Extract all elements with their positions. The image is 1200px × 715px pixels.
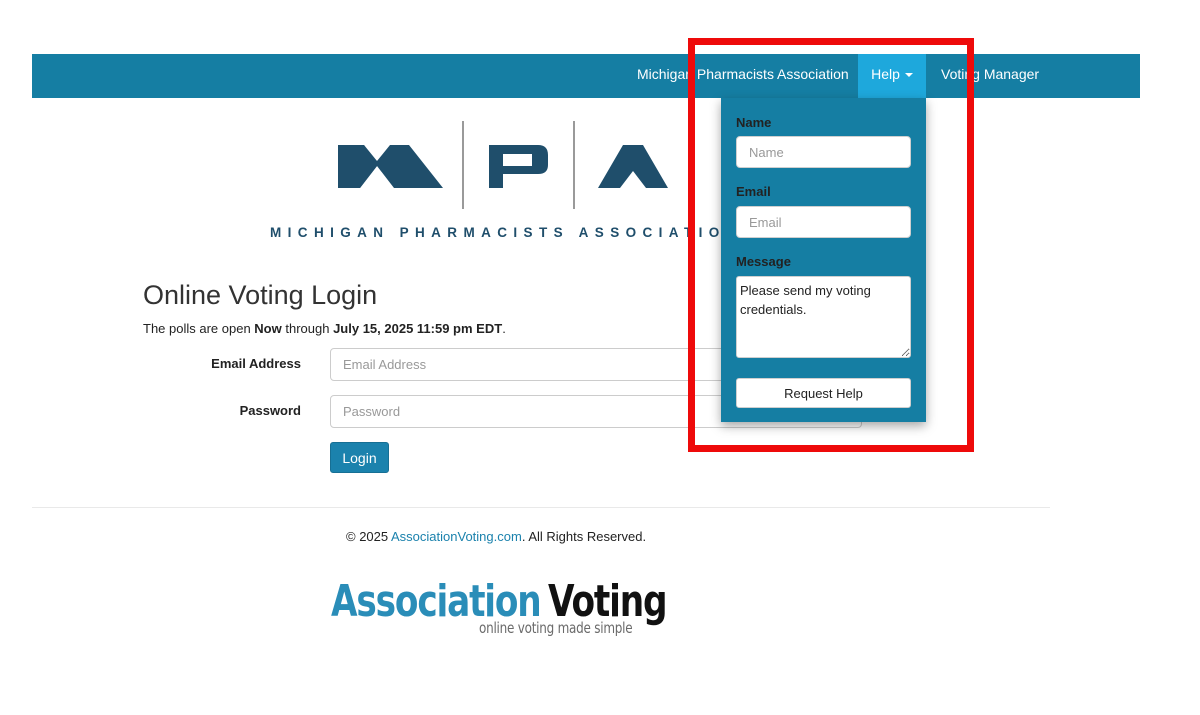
- logo-subtitle: MICHIGAN PHARMACISTS ASSOCIATION: [270, 225, 720, 240]
- polls-now: Now: [254, 321, 282, 336]
- copyright-prefix: © 2025: [346, 529, 392, 544]
- footer-copyright: © 2025 AssociationVoting.com. All Rights…: [346, 529, 646, 544]
- polls-status: The polls are open Now through July 15, …: [143, 321, 506, 336]
- password-label: Password: [239, 403, 301, 418]
- polls-deadline: July 15, 2025 11:59 pm EDT: [333, 321, 503, 336]
- logo-letter-p: [489, 145, 548, 188]
- copyright-suffix: . All Rights Reserved.: [521, 529, 647, 544]
- polls-through: through: [281, 321, 334, 336]
- login-button[interactable]: Login: [330, 442, 389, 473]
- association-voting-link[interactable]: AssociationVoting.com: [391, 529, 522, 544]
- page-title: Online Voting Login: [143, 280, 378, 310]
- highlight-box: [688, 38, 974, 452]
- association-voting-logo: Association Voting online voting made si…: [331, 578, 691, 638]
- polls-prefix: The polls are open: [143, 321, 255, 336]
- email-label: Email Address: [211, 356, 301, 371]
- footer-divider: [32, 507, 1050, 508]
- brand-tagline: online voting made simple: [479, 619, 633, 637]
- logo-divider-2: [573, 121, 575, 209]
- logo-divider-1: [462, 121, 464, 209]
- polls-suffix: .: [502, 321, 506, 336]
- logo-letter-a: [598, 145, 668, 188]
